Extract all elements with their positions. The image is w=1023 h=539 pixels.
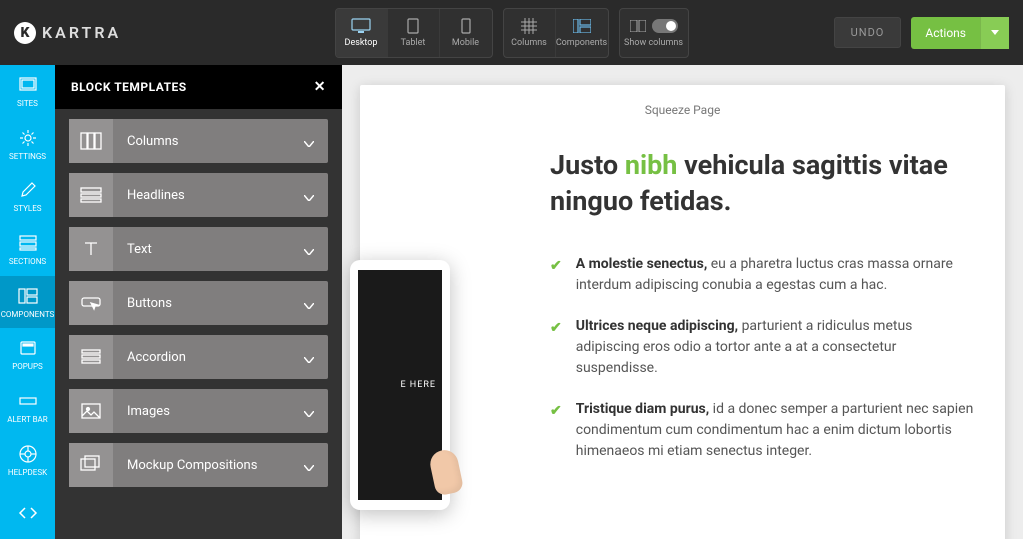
panel-body: Columns Headlines Text Buttons Accordion Imag… bbox=[55, 109, 342, 497]
device-mobile-button[interactable]: Mobile bbox=[440, 9, 492, 57]
undo-button[interactable]: UNDO bbox=[834, 17, 902, 48]
components-icon bbox=[18, 286, 38, 306]
chevron-down-icon bbox=[290, 132, 328, 151]
image-icon bbox=[69, 389, 113, 433]
template-label: Headlines bbox=[113, 188, 290, 203]
alert-icon bbox=[18, 391, 38, 411]
template-mockup[interactable]: Mockup Compositions bbox=[69, 443, 328, 487]
template-columns[interactable]: Columns bbox=[69, 119, 328, 163]
page-frame[interactable]: Squeeze Page E HERE Justo nibh vehicula … bbox=[360, 85, 1005, 539]
chevron-down-icon bbox=[980, 17, 1009, 49]
template-label: Columns bbox=[113, 134, 290, 149]
components-button[interactable]: Components bbox=[556, 9, 608, 57]
chevron-down-icon bbox=[290, 186, 328, 205]
device-tablet-button[interactable]: Tablet bbox=[388, 9, 440, 57]
hand-icon bbox=[432, 450, 472, 520]
panel-header: BLOCK TEMPLATES ✕ bbox=[55, 65, 342, 109]
template-label: Images bbox=[113, 404, 290, 419]
block-templates-panel: BLOCK TEMPLATES ✕ Columns Headlines Text Bu… bbox=[55, 65, 342, 539]
bullet-list: ✔A molestie senectus, eu a pharetra luct… bbox=[550, 254, 975, 462]
nav-item-components[interactable]: COMPONENTS bbox=[0, 276, 55, 329]
nav-item-helpdesk[interactable]: HELPDESK bbox=[0, 434, 55, 487]
device-desktop-button[interactable]: Desktop bbox=[336, 9, 388, 57]
chevron-down-icon bbox=[290, 456, 328, 475]
chevron-down-icon bbox=[290, 294, 328, 313]
brand-logo: K KARTRA bbox=[14, 22, 121, 44]
actions-button[interactable]: Actions bbox=[911, 17, 1009, 49]
top-bar: K KARTRA Desktop Tablet Mobile Columns bbox=[0, 0, 1023, 65]
components-icon bbox=[573, 17, 591, 35]
logo-mark-icon: K bbox=[14, 22, 36, 44]
template-label: Text bbox=[113, 242, 290, 257]
help-icon bbox=[18, 444, 38, 464]
accordion-icon bbox=[69, 335, 113, 379]
logo-text: KARTRA bbox=[42, 23, 121, 42]
device-mockup: E HERE bbox=[350, 260, 480, 539]
nav-item-styles[interactable]: STYLES bbox=[0, 170, 55, 223]
brush-icon bbox=[18, 180, 38, 200]
list-item: ✔Tristique diam purus, id a donec semper… bbox=[550, 399, 975, 462]
canvas: Squeeze Page E HERE Justo nibh vehicula … bbox=[342, 65, 1023, 539]
list-item: ✔A molestie senectus, eu a pharetra luct… bbox=[550, 254, 975, 296]
mobile-icon bbox=[461, 17, 471, 35]
gear-icon bbox=[18, 128, 38, 148]
nav-item-settings[interactable]: SETTINGS bbox=[0, 118, 55, 171]
layout-group: Columns Components bbox=[503, 8, 609, 58]
toolbar-center: Desktop Tablet Mobile Columns Components bbox=[335, 8, 689, 58]
device-group: Desktop Tablet Mobile bbox=[335, 8, 493, 58]
nav-item-sections[interactable]: SECTIONS bbox=[0, 223, 55, 276]
code-icon bbox=[18, 503, 38, 523]
check-icon: ✔ bbox=[550, 401, 562, 462]
text-icon bbox=[69, 227, 113, 271]
columns-button[interactable]: Columns bbox=[504, 9, 556, 57]
popup-icon bbox=[18, 338, 38, 358]
sections-icon bbox=[18, 233, 38, 253]
grid-icon bbox=[521, 17, 537, 35]
template-image[interactable]: Images bbox=[69, 389, 328, 433]
top-right: UNDO Actions bbox=[834, 17, 1009, 49]
check-icon: ✔ bbox=[550, 318, 562, 379]
panel-title: BLOCK TEMPLATES bbox=[71, 80, 187, 94]
chevron-down-icon bbox=[290, 240, 328, 259]
columns-outline-icon bbox=[630, 20, 646, 32]
desktop-icon bbox=[351, 17, 371, 35]
template-label: Buttons bbox=[113, 296, 290, 311]
list-item: ✔Ultrices neque adipiscing, parturient a… bbox=[550, 316, 975, 379]
show-columns-toggle[interactable]: Show columns bbox=[620, 9, 688, 57]
template-headlines[interactable]: Headlines bbox=[69, 173, 328, 217]
nav-item-sites[interactable]: SITES bbox=[0, 65, 55, 118]
columns-icon bbox=[69, 119, 113, 163]
nav-item-code[interactable] bbox=[0, 486, 55, 539]
chevron-down-icon bbox=[290, 348, 328, 367]
template-accordion[interactable]: Accordion bbox=[69, 335, 328, 379]
mockup-icon bbox=[69, 443, 113, 487]
template-label: Mockup Compositions bbox=[113, 458, 290, 473]
template-text[interactable]: Text bbox=[69, 227, 328, 271]
toggle-switch-icon bbox=[652, 19, 678, 33]
button-icon bbox=[69, 281, 113, 325]
sites-icon bbox=[18, 75, 38, 95]
nav-item-alert bar[interactable]: ALERT BAR bbox=[0, 381, 55, 434]
headline: Justo nibh vehicula sagittis vitae ningu… bbox=[550, 147, 975, 220]
chevron-down-icon bbox=[290, 402, 328, 421]
page-title: Squeeze Page bbox=[360, 85, 1005, 147]
check-icon: ✔ bbox=[550, 256, 562, 296]
view-group: Show columns bbox=[619, 8, 689, 58]
template-button[interactable]: Buttons bbox=[69, 281, 328, 325]
tablet-icon bbox=[407, 17, 419, 35]
nav-item-popups[interactable]: POPUPS bbox=[0, 328, 55, 381]
template-label: Accordion bbox=[113, 350, 290, 365]
close-icon[interactable]: ✕ bbox=[314, 79, 326, 95]
headlines-icon bbox=[69, 173, 113, 217]
left-nav: SITESSETTINGSSTYLESSECTIONSCOMPONENTSPOP… bbox=[0, 65, 55, 539]
